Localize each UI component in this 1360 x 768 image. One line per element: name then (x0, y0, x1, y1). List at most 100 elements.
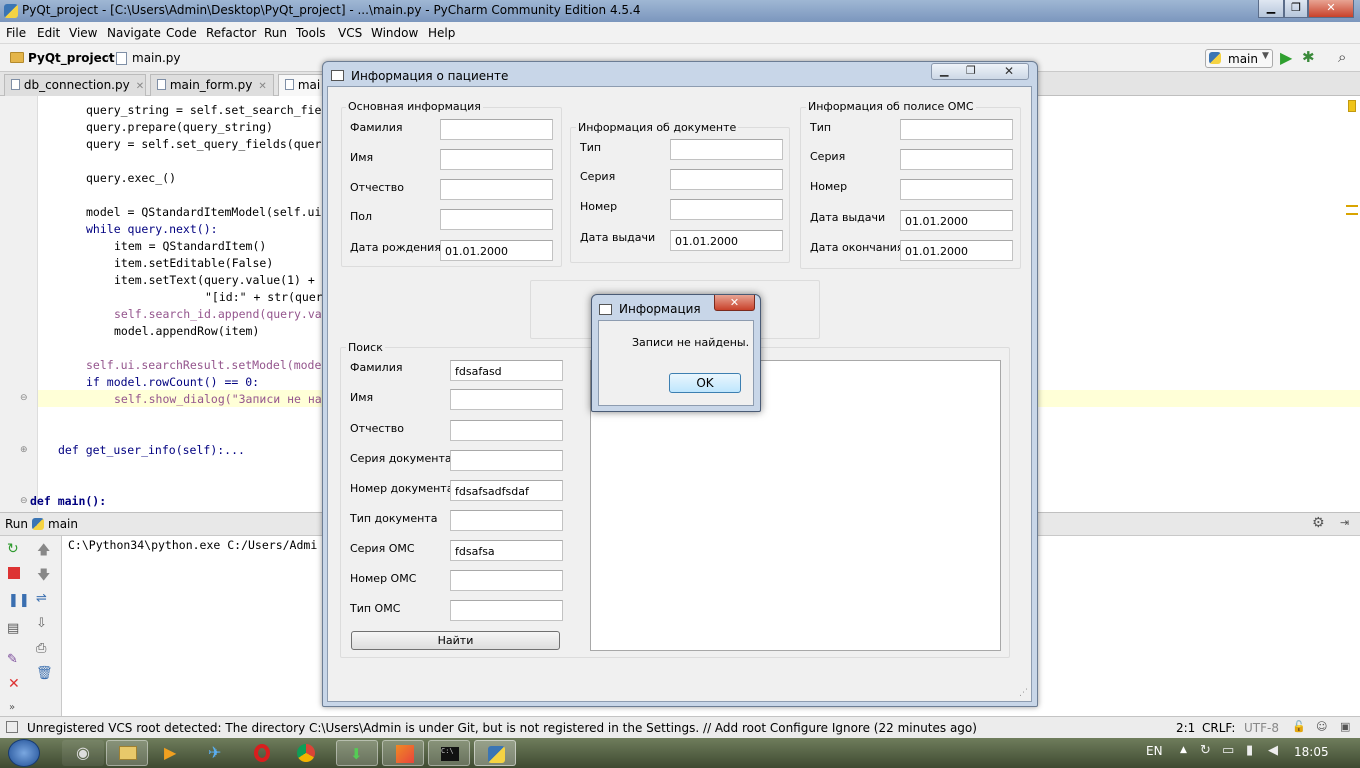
python-taskbar-icon[interactable] (474, 740, 516, 766)
line-separator[interactable]: CRLF: (1202, 721, 1235, 735)
search-policy-number-field[interactable] (450, 570, 563, 591)
expand-icon[interactable]: » (9, 702, 15, 713)
display-icon[interactable]: ▭ (1222, 743, 1234, 758)
signal-icon[interactable]: ▮ (1246, 743, 1253, 758)
menu-file[interactable]: File (6, 26, 26, 40)
fold-marker-icon[interactable]: ⊕ (20, 445, 28, 455)
search-last-name-field[interactable]: fdsafasd (450, 360, 563, 381)
search-policy-series-field[interactable]: fdsafsa (450, 540, 563, 561)
tool-windows-icon[interactable] (6, 721, 18, 733)
find-button[interactable]: Найти (351, 631, 560, 650)
start-button[interactable] (8, 739, 40, 767)
ok-button[interactable]: OK (669, 373, 741, 393)
search-document-series-field[interactable] (450, 450, 563, 471)
stop-icon[interactable] (8, 567, 20, 579)
language-indicator[interactable]: EN (1146, 744, 1163, 758)
caret-position[interactable]: 2:1 (1176, 721, 1195, 735)
install-icon[interactable]: ⬇ (336, 740, 378, 766)
steam-icon[interactable]: ◉ (62, 740, 104, 766)
lock-icon[interactable]: 🔓 (1292, 720, 1306, 733)
tab-main-form[interactable]: main_form.py ✕ (150, 74, 274, 96)
volume-icon[interactable]: ◀ (1268, 743, 1278, 758)
minimize-button[interactable]: ▁ (940, 64, 948, 77)
patronymic-field[interactable] (440, 179, 553, 200)
window-title-bar[interactable]: PyQt_project - [C:\Users\Admin\Desktop\P… (0, 0, 1360, 22)
size-grip-icon[interactable]: ⋰ (1019, 688, 1028, 698)
search-patronymic-field[interactable] (450, 420, 563, 441)
policy-number-field[interactable] (900, 179, 1013, 200)
restore-layout-icon[interactable]: ▤ (7, 621, 19, 636)
close-button[interactable]: ✕ (1004, 64, 1014, 78)
scroll-end-icon[interactable]: ⇩ (36, 616, 47, 631)
status-message[interactable]: Unregistered VCS root detected: The dire… (27, 721, 977, 735)
minimize-button[interactable]: ▁ (1258, 0, 1284, 18)
network-icon[interactable]: ↻ (1200, 743, 1211, 758)
close-button[interactable]: ✕ (714, 295, 755, 311)
search-first-name-field[interactable] (450, 389, 563, 410)
pin-icon[interactable]: ✎ (7, 652, 18, 667)
document-number-field[interactable] (670, 199, 783, 220)
tab-main[interactable]: mai (278, 74, 328, 96)
app-icon[interactable]: ✈ (194, 740, 236, 766)
debug-icon[interactable]: ✱ (1302, 48, 1315, 66)
file-encoding[interactable]: UTF-8 (1244, 721, 1279, 735)
pycharm-taskbar-icon[interactable] (382, 740, 424, 766)
close-button[interactable]: ✕ (1308, 0, 1354, 18)
menu-vcs[interactable]: VCS (338, 26, 362, 40)
print-icon[interactable]: ⎙ (36, 641, 46, 656)
clock[interactable]: 18:05 (1294, 745, 1329, 759)
policy-series-field[interactable] (900, 149, 1013, 170)
document-series-field[interactable] (670, 169, 783, 190)
policy-end-date-field[interactable]: 01.01.2000 (900, 240, 1013, 261)
breadcrumb-file[interactable]: main.py (132, 51, 181, 65)
search-document-type-field[interactable] (450, 510, 563, 531)
tab-db-connection[interactable]: db_connection.py ✕ (4, 74, 146, 96)
menu-help[interactable]: Help (428, 26, 455, 40)
menu-navigate[interactable]: Navigate (107, 26, 161, 40)
event-log-icon[interactable]: ▣ (1340, 720, 1350, 733)
menu-window[interactable]: Window (371, 26, 418, 40)
close-icon[interactable]: ✕ (136, 81, 144, 92)
menu-tools[interactable]: Tools (296, 26, 326, 40)
fold-marker-icon[interactable]: ⊖ (20, 496, 28, 506)
gender-field[interactable] (440, 209, 553, 230)
document-type-field[interactable] (670, 139, 783, 160)
maximize-button[interactable]: ❐ (966, 64, 976, 77)
search-icon[interactable]: ⌕ (1338, 48, 1346, 66)
menu-view[interactable]: View (69, 26, 97, 40)
run-icon[interactable]: ▶ (1280, 48, 1292, 67)
document-issue-date-field[interactable]: 01.01.2000 (670, 230, 783, 251)
search-policy-type-field[interactable] (450, 600, 563, 621)
tray-expand-icon[interactable]: ▲ (1180, 745, 1187, 755)
rerun-icon[interactable]: ↻ (7, 541, 19, 557)
chrome-icon[interactable] (284, 740, 326, 766)
error-stripe-marker[interactable] (1346, 205, 1358, 215)
search-document-number-field[interactable]: fdsafsadfsdaf (450, 480, 563, 501)
maximize-button[interactable]: ❐ (1284, 0, 1308, 18)
close-icon[interactable]: ✕ (258, 81, 266, 92)
fold-marker-icon[interactable]: ⊖ (20, 393, 28, 403)
birth-date-field[interactable]: 01.01.2000 (440, 240, 553, 261)
trash-icon[interactable]: 🗑 (36, 666, 53, 681)
menu-edit[interactable]: Edit (37, 26, 60, 40)
arrow-down-icon[interactable]: 🡇 (37, 566, 50, 588)
policy-type-field[interactable] (900, 119, 1013, 140)
menu-run[interactable]: Run (264, 26, 287, 40)
arrow-up-icon[interactable]: 🡅 (37, 541, 50, 563)
warning-marker-icon[interactable] (1348, 100, 1356, 112)
first-name-field[interactable] (440, 149, 553, 170)
run-config-select[interactable]: main ▼ (1205, 49, 1273, 68)
soft-wrap-icon[interactable]: ⇌ (36, 591, 47, 606)
last-name-field[interactable] (440, 119, 553, 140)
media-player-icon[interactable]: ▶ (150, 740, 192, 766)
inspector-icon[interactable]: ☺ (1316, 720, 1327, 733)
opera-icon[interactable] (240, 740, 282, 766)
menu-code[interactable]: Code (166, 26, 197, 40)
breadcrumb-project[interactable]: PyQt_project (28, 51, 115, 65)
pause-icon[interactable]: ❚❚ (8, 593, 30, 608)
explorer-icon[interactable] (106, 740, 148, 766)
cmd-icon[interactable]: C:\ (428, 740, 470, 766)
gear-icon[interactable]: ⚙ (1312, 515, 1325, 531)
hide-panel-icon[interactable]: ⇥ (1340, 516, 1349, 529)
close-icon[interactable]: ✕ (8, 676, 20, 692)
